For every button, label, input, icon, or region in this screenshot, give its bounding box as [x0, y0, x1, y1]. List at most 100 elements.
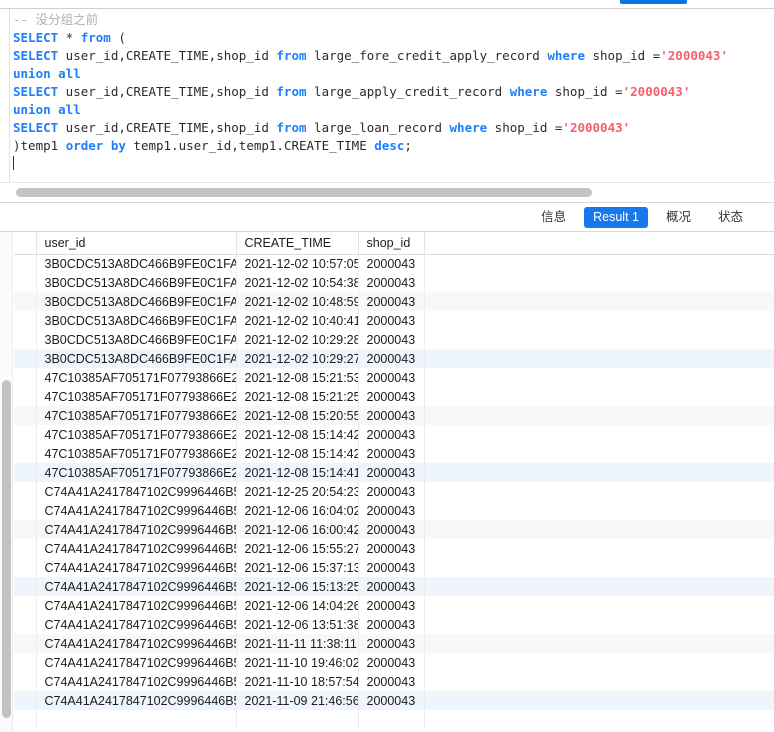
cell-user-id[interactable]: C74A41A2417847102C9996446B5ABA24: [36, 634, 237, 653]
table-row[interactable]: 47C10385AF705171F07793866E2C1D972021-12-…: [14, 444, 774, 463]
row-number-cell[interactable]: [14, 463, 37, 482]
row-number-cell[interactable]: [14, 691, 37, 710]
cell-shop-id[interactable]: 2000043: [358, 634, 425, 653]
cell-shop-id[interactable]: 2000043: [358, 672, 425, 691]
cell-shop-id[interactable]: 2000043: [358, 653, 425, 672]
cell-user-id[interactable]: C74A41A2417847102C9996446B5ABA24: [36, 577, 237, 596]
cell-create-time[interactable]: 2021-12-06 15:37:13: [236, 558, 359, 577]
table-row[interactable]: 47C10385AF705171F07793866E2C1D972021-12-…: [14, 368, 774, 387]
table-row[interactable]: C74A41A2417847102C9996446B5ABA242021-12-…: [14, 520, 774, 539]
row-number-cell[interactable]: [14, 387, 37, 406]
cell-create-time[interactable]: 2021-12-02 10:48:59: [236, 292, 359, 311]
cell-shop-id[interactable]: 2000043: [358, 520, 425, 539]
row-number-cell[interactable]: [14, 634, 37, 653]
result-tab-1[interactable]: Result 1: [584, 206, 648, 228]
cell-create-time[interactable]: 2021-11-11 11:38:11: [236, 634, 359, 653]
row-number-cell[interactable]: [14, 653, 37, 672]
cell-create-time[interactable]: 2021-11-10 19:46:02: [236, 653, 359, 672]
cell-user-id[interactable]: 3B0CDC513A8DC466B9FE0C1FAED1EDBA: [36, 349, 237, 368]
editor-horizontal-scrollbar-thumb[interactable]: [16, 188, 592, 197]
table-row[interactable]: C74A41A2417847102C9996446B5ABA242021-11-…: [14, 691, 774, 710]
cell-user-id[interactable]: C74A41A2417847102C9996446B5ABA24: [36, 691, 237, 710]
cell-create-time[interactable]: 2021-12-02 10:29:28: [236, 330, 359, 349]
cell-shop-id[interactable]: 2000043: [358, 463, 425, 482]
cell-user-id[interactable]: C74A41A2417847102C9996446B5ABA24: [36, 501, 237, 520]
table-row[interactable]: C74A41A2417847102C9996446B5ABA242021-12-…: [14, 558, 774, 577]
cell-create-time[interactable]: 2021-12-02 10:54:38: [236, 273, 359, 292]
sql-editor[interactable]: -- 没分组之前 SELECT * from (SELECT user_id,CR…: [0, 9, 774, 182]
row-number-cell[interactable]: [14, 596, 37, 615]
row-number-cell[interactable]: [14, 520, 37, 539]
cell-user-id[interactable]: 47C10385AF705171F07793866E2C1D97: [36, 463, 237, 482]
cell-create-time[interactable]: 2021-12-08 15:21:53: [236, 368, 359, 387]
row-number-cell[interactable]: [14, 444, 37, 463]
row-number-cell[interactable]: [14, 406, 37, 425]
table-row[interactable]: C74A41A2417847102C9996446B5ABA242021-12-…: [14, 596, 774, 615]
result-tab-0[interactable]: 信息: [532, 207, 575, 228]
cell-user-id[interactable]: C74A41A2417847102C9996446B5ABA24: [36, 596, 237, 615]
table-row[interactable]: C74A41A2417847102C9996446B5ABA242021-12-…: [14, 615, 774, 634]
cell-create-time[interactable]: 2021-12-06 15:13:25: [236, 577, 359, 596]
row-number-cell[interactable]: [14, 254, 37, 273]
cell-user-id[interactable]: C74A41A2417847102C9996446B5ABA24: [36, 653, 237, 672]
cell-shop-id[interactable]: 2000043: [358, 311, 425, 330]
cell-create-time[interactable]: 2021-12-08 15:14:42: [236, 425, 359, 444]
cell-user-id[interactable]: C74A41A2417847102C9996446B5ABA24: [36, 520, 237, 539]
row-number-cell[interactable]: [14, 482, 37, 501]
cell-create-time[interactable]: 2021-12-02 10:40:41: [236, 311, 359, 330]
cell-create-time[interactable]: 2021-12-02 10:57:05: [236, 254, 359, 273]
table-row[interactable]: 47C10385AF705171F07793866E2C1D972021-12-…: [14, 425, 774, 444]
row-number-cell[interactable]: [14, 349, 37, 368]
cell-create-time[interactable]: 2021-12-06 13:51:38: [236, 615, 359, 634]
cell-user-id[interactable]: C74A41A2417847102C9996446B5ABA24: [36, 615, 237, 634]
result-tab-3[interactable]: 状态: [709, 207, 752, 228]
cell-user-id[interactable]: 47C10385AF705171F07793866E2C1D97: [36, 444, 237, 463]
row-number-cell[interactable]: [14, 330, 37, 349]
cell-create-time[interactable]: 2021-11-10 18:57:54: [236, 672, 359, 691]
cell-shop-id[interactable]: 2000043: [358, 539, 425, 558]
row-number-cell[interactable]: [14, 615, 37, 634]
column-header-create-time[interactable]: CREATE_TIME: [236, 232, 359, 255]
cell-user-id[interactable]: 3B0CDC513A8DC466B9FE0C1FAED1EDBA: [36, 273, 237, 292]
cell-shop-id[interactable]: 2000043: [358, 254, 425, 273]
row-number-cell[interactable]: [14, 311, 37, 330]
result-tab-2[interactable]: 概况: [657, 207, 700, 228]
table-row[interactable]: C74A41A2417847102C9996446B5ABA242021-11-…: [14, 653, 774, 672]
table-row[interactable]: 3B0CDC513A8DC466B9FE0C1FAED1EDBA2021-12-…: [14, 349, 774, 368]
cell-user-id[interactable]: C74A41A2417847102C9996446B5ABA24: [36, 558, 237, 577]
cell-user-id[interactable]: C74A41A2417847102C9996446B5ABA24: [36, 672, 237, 691]
sql-code-text[interactable]: -- 没分组之前 SELECT * from (SELECT user_id,CR…: [13, 11, 774, 173]
table-row[interactable]: C74A41A2417847102C9996446B5ABA242021-12-…: [14, 577, 774, 596]
cell-user-id[interactable]: C74A41A2417847102C9996446B5ABA24: [36, 539, 237, 558]
cell-shop-id[interactable]: 2000043: [358, 615, 425, 634]
table-row[interactable]: C74A41A2417847102C9996446B5ABA242021-12-…: [14, 539, 774, 558]
result-vertical-scrollbar-thumb[interactable]: [2, 380, 11, 718]
row-number-cell[interactable]: [14, 425, 37, 444]
cell-shop-id[interactable]: 2000043: [358, 577, 425, 596]
cell-shop-id[interactable]: 2000043: [358, 596, 425, 615]
row-number-cell[interactable]: [14, 273, 37, 292]
cell-shop-id[interactable]: 2000043: [358, 425, 425, 444]
cell-shop-id[interactable]: 2000043: [358, 558, 425, 577]
cell-create-time[interactable]: 2021-12-08 15:14:41: [236, 463, 359, 482]
table-row[interactable]: C74A41A2417847102C9996446B5ABA242021-12-…: [14, 482, 774, 501]
table-row[interactable]: 3B0CDC513A8DC466B9FE0C1FAED1EDBA2021-12-…: [14, 330, 774, 349]
column-header-user-id[interactable]: user_id: [36, 232, 237, 255]
row-number-cell[interactable]: [14, 292, 37, 311]
cell-user-id[interactable]: 47C10385AF705171F07793866E2C1D97: [36, 406, 237, 425]
cell-user-id[interactable]: 3B0CDC513A8DC466B9FE0C1FAED1EDBA: [36, 254, 237, 273]
cell-shop-id[interactable]: 2000043: [358, 501, 425, 520]
cell-create-time[interactable]: 2021-12-06 16:00:42: [236, 520, 359, 539]
table-row[interactable]: 3B0CDC513A8DC466B9FE0C1FAED1EDBA2021-12-…: [14, 311, 774, 330]
row-number-cell[interactable]: [14, 501, 37, 520]
table-row[interactable]: C74A41A2417847102C9996446B5ABA242021-11-…: [14, 634, 774, 653]
cell-shop-id[interactable]: 2000043: [358, 368, 425, 387]
cell-create-time[interactable]: 2021-11-09 21:46:56: [236, 691, 359, 710]
editor-horizontal-scrollbar[interactable]: [0, 182, 774, 203]
cell-shop-id[interactable]: 2000043: [358, 482, 425, 501]
cell-user-id[interactable]: 47C10385AF705171F07793866E2C1D97: [36, 368, 237, 387]
table-row[interactable]: 3B0CDC513A8DC466B9FE0C1FAED1EDBA2021-12-…: [14, 292, 774, 311]
cell-create-time[interactable]: 2021-12-06 14:04:26: [236, 596, 359, 615]
cell-shop-id[interactable]: 2000043: [358, 273, 425, 292]
column-header-shop-id[interactable]: shop_id: [358, 232, 425, 255]
